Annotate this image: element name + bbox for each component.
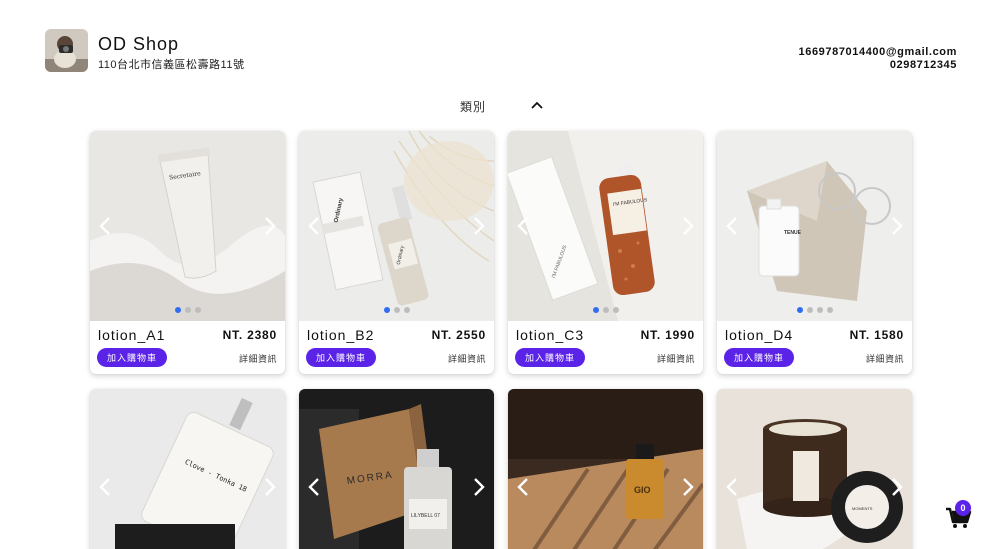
carousel-dots: [90, 307, 285, 313]
product-price: NT. 1990: [640, 328, 695, 342]
product-image[interactable]: Secretaire: [90, 131, 285, 321]
chevron-right-icon[interactable]: [472, 477, 486, 497]
bottle-label: GIO: [634, 485, 651, 495]
carousel-dots: [717, 307, 912, 313]
header: OD Shop 110台北市信義區松壽路11號 1669787014400@gm…: [45, 29, 957, 73]
carousel-dot[interactable]: [612, 307, 619, 313]
chevron-left-icon[interactable]: [725, 477, 739, 497]
product-card: MOMENTS: [717, 389, 912, 549]
product-name: lotion_A1: [98, 327, 166, 343]
product-price: NT. 2550: [431, 328, 486, 342]
details-link[interactable]: 詳細資訊: [657, 352, 695, 365]
bottle-label: LILYBELL 07: [411, 513, 440, 519]
carousel-dot[interactable]: [796, 307, 803, 313]
chevron-up-icon[interactable]: [530, 99, 544, 111]
carousel-dot[interactable]: [806, 307, 813, 313]
chevron-right-icon[interactable]: [263, 477, 277, 497]
product-price: NT. 1580: [849, 328, 904, 342]
carousel-dot[interactable]: [393, 307, 400, 313]
product-image[interactable]: Clove - Tonka 18: [90, 389, 285, 549]
shop-address: 110台北市信義區松壽路11號: [98, 59, 245, 71]
product-image[interactable]: TENUE: [717, 131, 912, 321]
add-to-cart-button[interactable]: 加入購物車: [515, 348, 585, 367]
details-link[interactable]: 詳細資訊: [448, 352, 486, 365]
product-image[interactable]: GIO: [508, 389, 703, 549]
add-to-cart-button[interactable]: 加入購物車: [306, 348, 376, 367]
product-image[interactable]: MOMENTS: [717, 389, 912, 549]
chevron-left-icon[interactable]: [98, 477, 112, 497]
shop-logo[interactable]: [45, 29, 88, 72]
shop-name: OD Shop: [98, 34, 180, 54]
carousel-dot[interactable]: [184, 307, 191, 313]
carousel-dot[interactable]: [403, 307, 410, 313]
chevron-left-icon[interactable]: [307, 216, 321, 236]
chevron-right-icon[interactable]: [890, 216, 904, 236]
carousel-dot[interactable]: [592, 307, 599, 313]
product-card: I'M FABULOUS I'M FABULOUS lotion_C3 NT. …: [508, 131, 703, 374]
carousel-dots: [299, 307, 494, 313]
add-to-cart-button[interactable]: 加入購物車: [97, 348, 167, 367]
chevron-right-icon[interactable]: [890, 477, 904, 497]
carousel-dot[interactable]: [602, 307, 609, 313]
chevron-right-icon[interactable]: [263, 216, 277, 236]
chevron-left-icon[interactable]: [307, 477, 321, 497]
product-image[interactable]: Ordinary Ordinary: [299, 131, 494, 321]
carousel-dot[interactable]: [383, 307, 390, 313]
bottle-label: TENUE: [784, 230, 802, 236]
chevron-right-icon[interactable]: [681, 216, 695, 236]
product-image[interactable]: MORRA LILYBELL 07: [299, 389, 494, 549]
product-card: GIO: [508, 389, 703, 549]
add-to-cart-button[interactable]: 加入購物車: [724, 348, 794, 367]
contact-phone: 0298712345: [889, 59, 957, 71]
product-card: MORRA LILYBELL 07: [299, 389, 494, 549]
carousel-dot[interactable]: [174, 307, 181, 313]
product-card: Ordinary Ordinary lotion_B2 NT. 2550 加入購…: [299, 131, 494, 374]
carousel-dot[interactable]: [816, 307, 823, 313]
chevron-left-icon[interactable]: [516, 477, 530, 497]
product-card: TENUE lotion_D4 NT. 1580 加入購物車 詳細資訊: [717, 131, 912, 374]
product-name: lotion_D4: [725, 327, 794, 343]
product-card: Clove - Tonka 18: [90, 389, 285, 549]
product-price: NT. 2380: [222, 328, 277, 342]
chevron-right-icon[interactable]: [681, 477, 695, 497]
carousel-dots: [508, 307, 703, 313]
chevron-right-icon[interactable]: [472, 216, 486, 236]
carousel-dot[interactable]: [194, 307, 201, 313]
chevron-left-icon[interactable]: [516, 216, 530, 236]
category-label[interactable]: 類別: [460, 98, 486, 115]
chevron-left-icon[interactable]: [725, 216, 739, 236]
details-link[interactable]: 詳細資訊: [239, 352, 277, 365]
product-card: Secretaire lotion_A1 NT. 2380 加入購物車 詳細資訊: [90, 131, 285, 374]
product-image[interactable]: I'M FABULOUS I'M FABULOUS: [508, 131, 703, 321]
carousel-dot[interactable]: [826, 307, 833, 313]
contact-info: 1669787014400@gmail.com 0298712345: [799, 46, 957, 72]
candle-label: MOMENTS: [852, 506, 873, 511]
details-link[interactable]: 詳細資訊: [866, 352, 904, 365]
cart-count-badge: 0: [955, 500, 971, 516]
chevron-left-icon[interactable]: [98, 216, 112, 236]
product-name: lotion_C3: [516, 327, 585, 343]
contact-email: 1669787014400@gmail.com: [798, 46, 957, 58]
product-name: lotion_B2: [307, 327, 375, 343]
